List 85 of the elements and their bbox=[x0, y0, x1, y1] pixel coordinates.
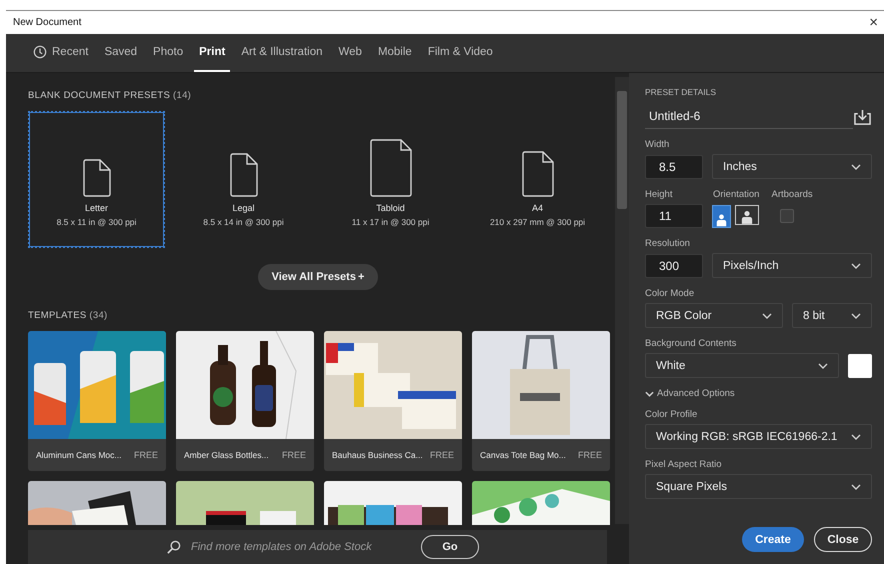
document-icon bbox=[230, 153, 258, 197]
chevron-down-icon bbox=[851, 164, 861, 170]
price-label: FREE bbox=[430, 450, 454, 460]
template-name: Aluminum Cans Moc... bbox=[36, 450, 122, 460]
close-button[interactable]: × bbox=[863, 14, 884, 31]
preset-size: 8.5 x 14 in @ 300 ppi bbox=[203, 217, 284, 227]
document-name-field[interactable]: Untitled-6 bbox=[645, 105, 853, 129]
preset-size: 11 x 17 in @ 300 ppi bbox=[352, 217, 430, 227]
template-name: Amber Glass Bottles... bbox=[184, 450, 269, 460]
field-label: Artboards bbox=[771, 189, 813, 200]
preset-name: Legal bbox=[232, 203, 255, 213]
tab[interactable]: Web bbox=[333, 34, 367, 72]
person-icon bbox=[741, 210, 753, 224]
artboards-checkbox[interactable] bbox=[780, 209, 794, 223]
template-name: Canvas Tote Bag Mo... bbox=[480, 450, 566, 460]
resolution-field[interactable]: 300 bbox=[645, 254, 703, 278]
unit-dropdown[interactable]: Inches bbox=[712, 154, 872, 179]
price-label: FREE bbox=[282, 450, 306, 460]
preset-name: Letter bbox=[84, 203, 108, 213]
person-icon bbox=[716, 212, 727, 226]
document-icon bbox=[370, 139, 412, 197]
field-label: Pixel Aspect Ratio bbox=[645, 459, 723, 470]
color-swatch[interactable] bbox=[848, 354, 872, 378]
preset-name: A4 bbox=[532, 203, 543, 213]
field-label: Color Profile bbox=[645, 409, 698, 420]
chevron-down-icon bbox=[851, 262, 861, 268]
document-icon bbox=[82, 159, 110, 197]
price-label: FREE bbox=[578, 450, 602, 460]
go-button[interactable]: Go bbox=[421, 535, 479, 559]
create-button[interactable]: Create bbox=[742, 527, 804, 552]
template-card[interactable]: Amber Glass Bottles... FREE bbox=[176, 331, 314, 471]
template-name: Bauhaus Business Ca... bbox=[332, 450, 423, 460]
template-card[interactable]: Canvas Tote Bag Mo... FREE bbox=[472, 331, 610, 471]
window-title: New Document bbox=[12, 17, 82, 28]
bit-depth-dropdown[interactable]: 8 bit bbox=[792, 303, 872, 328]
preset-name: Tabloid bbox=[376, 203, 405, 213]
advanced-options-toggle[interactable]: Advanced Options bbox=[645, 388, 735, 399]
search-field[interactable]: Find more templates on Adobe Stock bbox=[189, 540, 413, 554]
section-heading: BLANK DOCUMENT PRESETS (14) bbox=[28, 90, 192, 101]
clock-icon bbox=[33, 45, 47, 59]
field-label: Width bbox=[645, 139, 670, 150]
width-field[interactable]: 8.5 bbox=[645, 154, 703, 178]
panel-heading: PRESET DETAILS bbox=[645, 87, 718, 97]
view-all-presets-button[interactable]: View All Presets + bbox=[258, 264, 378, 290]
height-field[interactable]: 11 bbox=[645, 204, 703, 228]
chevron-down-icon bbox=[851, 434, 861, 440]
preset-card[interactable]: Tabloid 11 x 17 in @ 300 ppi bbox=[322, 111, 459, 248]
field-label: Color Mode bbox=[645, 288, 696, 299]
portrait-button[interactable] bbox=[712, 204, 731, 228]
tab[interactable]: Recent bbox=[28, 34, 94, 72]
field-label: Resolution bbox=[645, 238, 691, 249]
tab[interactable]: Photo bbox=[148, 34, 188, 72]
preset-size: 8.5 x 11 in @ 300 ppi bbox=[56, 217, 136, 227]
field-label: Orientation bbox=[713, 189, 760, 200]
search-icon bbox=[166, 540, 181, 554]
section-heading: TEMPLATES (34) bbox=[28, 310, 109, 321]
resolution-unit-dropdown[interactable]: Pixels/Inch bbox=[712, 253, 872, 278]
close-button[interactable]: Close bbox=[814, 527, 872, 552]
tab[interactable]: Film & Video bbox=[422, 34, 498, 72]
field-label: Background Contents bbox=[645, 338, 738, 349]
pixel-aspect-dropdown[interactable]: Square Pixels bbox=[645, 474, 872, 499]
preset-size: 210 x 297 mm @ 300 ppi bbox=[490, 217, 586, 227]
color-profile-dropdown[interactable]: Working RGB: sRGB IEC61966-2.1 bbox=[645, 424, 872, 449]
landscape-button[interactable] bbox=[735, 204, 759, 224]
save-preset-icon[interactable] bbox=[853, 108, 872, 126]
color-mode-dropdown[interactable]: RGB Color bbox=[645, 303, 783, 328]
chevron-down-icon bbox=[818, 362, 828, 368]
template-card[interactable]: Aluminum Cans Moc... FREE bbox=[28, 331, 166, 471]
preset-card[interactable]: Letter 8.5 x 11 in @ 300 ppi bbox=[28, 111, 165, 248]
chevron-down-icon bbox=[645, 390, 654, 396]
chevron-down-icon bbox=[762, 312, 772, 318]
field-label: Height bbox=[645, 189, 674, 200]
price-label: FREE bbox=[134, 450, 158, 460]
preset-card[interactable]: Legal 8.5 x 14 in @ 300 ppi bbox=[175, 111, 312, 248]
chevron-down-icon bbox=[851, 312, 861, 318]
tab[interactable]: Mobile bbox=[372, 34, 417, 72]
template-card[interactable]: Bauhaus Business Ca... FREE bbox=[324, 331, 462, 471]
scrollbar[interactable] bbox=[615, 77, 629, 524]
chevron-down-icon bbox=[851, 484, 861, 490]
tab[interactable]: Saved bbox=[99, 34, 142, 72]
tab[interactable]: Art & Illustration bbox=[236, 34, 328, 72]
scrollbar-thumb[interactable] bbox=[617, 91, 627, 209]
document-icon bbox=[522, 151, 554, 197]
background-dropdown[interactable]: White bbox=[645, 353, 839, 378]
preset-card[interactable]: A4 210 x 297 mm @ 300 ppi bbox=[469, 111, 606, 248]
